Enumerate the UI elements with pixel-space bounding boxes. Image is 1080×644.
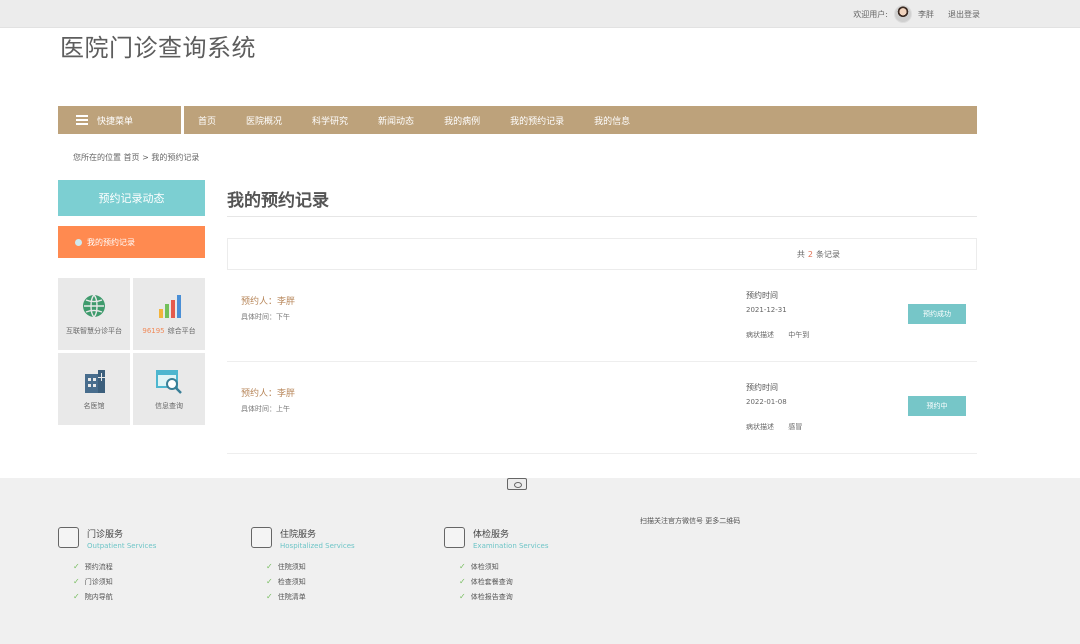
qr-code-text: 扫描关注官方微信号 更多二维码 xyxy=(640,517,741,525)
doctor-icon xyxy=(58,527,79,548)
footer-links: ✓ 预约流程 ✓ 门诊须知 ✓ 院内导航 xyxy=(73,559,113,604)
footer-link-hospital-list[interactable]: ✓ 住院清单 xyxy=(266,589,306,604)
appointment-row: 预约人：李胖 具体时间：上午 预约时间 2022-01-08 病状描述 感冒 预… xyxy=(227,362,977,454)
nav-my-cases[interactable]: 我的病例 xyxy=(444,114,480,127)
status-badge-success[interactable]: 预约成功 xyxy=(908,304,966,324)
magnifier-window-icon xyxy=(156,370,182,394)
description-value: 中午到 xyxy=(788,331,810,339)
tile-label: 信息查询 xyxy=(155,402,183,410)
count-suffix: 条记录 xyxy=(816,249,840,259)
user-avatar[interactable] xyxy=(894,5,912,23)
appointment-time-label: 预约时间 xyxy=(746,383,778,392)
check-icon: ✓ xyxy=(266,562,273,571)
footer-links: ✓ 体检须知 ✓ 体检套餐查询 ✓ 体检报告查询 xyxy=(459,559,513,604)
footer-link-hospital-navigation[interactable]: ✓ 院内导航 xyxy=(73,589,113,604)
bullet-icon xyxy=(75,238,82,246)
appointment-person: 预约人：李胖 xyxy=(241,297,296,307)
list-menu-icon xyxy=(76,115,88,125)
appointment-slot: 具体时间：上午 xyxy=(241,405,290,413)
footer-column-title: 体检服务 xyxy=(473,530,510,540)
footer-column-subtitle: Hospitalized Services xyxy=(280,542,355,550)
description-label: 病状描述 xyxy=(746,331,774,339)
nav-hospital-overview[interactable]: 医院概况 xyxy=(246,114,282,127)
sidebar-tiles: 互联智慧分诊平台 96195 综合平台 名医馆 信息查询 xyxy=(58,278,205,425)
appointment-date: 2022-01-08 xyxy=(746,398,787,406)
footer-column-subtitle: Examination Services xyxy=(473,542,549,550)
symptom-description: 病状描述 感冒 xyxy=(746,422,802,432)
top-bar: 欢迎用户: 李胖 退出登录 xyxy=(0,0,1080,28)
main-nav: 快捷菜单 首页 医院概况 科学研究 新闻动态 我的病例 我的预约记录 我的信息 xyxy=(58,106,977,134)
footer-link-hospitalization-notice[interactable]: ✓ 住院须知 xyxy=(266,559,306,574)
tile-info-query[interactable]: 信息查询 xyxy=(133,353,205,425)
footer-links: ✓ 住院须知 ✓ 检查须知 ✓ 住院清单 xyxy=(266,559,306,604)
check-icon: ✓ xyxy=(266,577,273,586)
check-icon: ✓ xyxy=(73,577,80,586)
user-box: 欢迎用户: 李胖 退出登录 xyxy=(853,4,980,24)
nav-my-appointments[interactable]: 我的预约记录 xyxy=(510,114,564,127)
footer-column-subtitle: Outpatient Services xyxy=(87,542,157,550)
page-content: 医院门诊查询系统 快捷菜单 首页 医院概况 科学研究 新闻动态 我的病例 我的预… xyxy=(0,28,1080,478)
check-icon: ✓ xyxy=(459,577,466,586)
tile-triage-platform[interactable]: 互联智慧分诊平台 xyxy=(58,278,130,350)
description-value: 感冒 xyxy=(788,423,803,431)
stethoscope-icon xyxy=(444,527,465,548)
nav-news[interactable]: 新闻动态 xyxy=(378,114,414,127)
page-title: 我的预约记录 xyxy=(227,191,329,211)
welcome-label: 欢迎用户: xyxy=(853,9,888,19)
footer-link-package-query[interactable]: ✓ 体检套餐查询 xyxy=(459,574,513,589)
appointment-row: 预约人：李胖 具体时间：下午 预约时间 2021-12-31 病状描述 中午到 … xyxy=(227,270,977,362)
breadcrumb: 您所在的位置 首页 > 我的预约记录 xyxy=(73,153,200,162)
quick-menu-label: 快捷菜单 xyxy=(97,116,134,127)
tile-number: 96195 xyxy=(142,327,165,335)
nav-my-info[interactable]: 我的信息 xyxy=(594,114,630,127)
description-label: 病状描述 xyxy=(746,423,774,431)
site-title: 医院门诊查询系统 xyxy=(60,34,256,62)
footer-hospitalized-services: 住院服务 Hospitalized Services ✓ 住院须知 ✓ 检查须知 ✓… xyxy=(251,527,431,607)
footer-examination-services: 体检服务 Examination Services ✓ 体检须知 ✓ 体检套餐查询 … xyxy=(444,527,624,607)
footer-outpatient-services: 门诊服务 Outpatient Services ✓ 预约流程 ✓ 门诊须知 ✓ 院内… xyxy=(58,527,238,607)
logout-link[interactable]: 退出登录 xyxy=(948,9,980,20)
tile-label: 互联智慧分诊平台 xyxy=(66,327,122,335)
tile-comprehensive-platform[interactable]: 96195 综合平台 xyxy=(133,278,205,350)
nav-research[interactable]: 科学研究 xyxy=(312,114,348,127)
title-divider xyxy=(227,216,977,217)
appointment-slot: 具体时间：下午 xyxy=(241,313,290,321)
check-icon: ✓ xyxy=(73,562,80,571)
sidebar-header: 预约记录动态 xyxy=(58,180,205,216)
sidebar-item-label: 我的预约记录 xyxy=(87,237,135,247)
footer-column-title: 住院服务 xyxy=(280,530,317,540)
username: 李胖 xyxy=(918,9,934,19)
quick-menu[interactable]: 快捷菜单 xyxy=(58,106,184,134)
check-icon: ✓ xyxy=(459,592,466,601)
symptom-description: 病状描述 中午到 xyxy=(746,330,809,340)
footer-column-title: 门诊服务 xyxy=(87,530,124,540)
footer-link-exam-notice[interactable]: ✓ 检查须知 xyxy=(266,574,306,589)
nav-home[interactable]: 首页 xyxy=(198,114,216,127)
check-icon: ✓ xyxy=(73,592,80,601)
globe-icon xyxy=(83,294,105,318)
tile-label: 综合平台 xyxy=(167,327,196,335)
record-count: 2 xyxy=(807,249,813,259)
count-prefix: 共 xyxy=(796,249,805,259)
footer-link-appointment-process[interactable]: ✓ 预约流程 xyxy=(73,559,113,574)
sidebar-item-my-appointments[interactable]: 我的预约记录 xyxy=(58,226,205,258)
footer-link-report-query[interactable]: ✓ 体检报告查询 xyxy=(459,589,513,604)
bed-icon xyxy=(251,527,272,548)
record-count-box: 共 2 条记录 xyxy=(227,238,977,270)
footer-link-outpatient-notice[interactable]: ✓ 门诊须知 xyxy=(73,574,113,589)
nav-links: 首页 医院概况 科学研究 新闻动态 我的病例 我的预约记录 我的信息 xyxy=(198,106,660,134)
tile-label: 名医馆 xyxy=(83,402,105,410)
appointment-time-label: 预约时间 xyxy=(746,291,778,300)
footer-link-exam-guide[interactable]: ✓ 体检须知 xyxy=(459,559,513,574)
tile-famous-doctors[interactable]: 名医馆 xyxy=(58,353,130,425)
hospital-building-icon xyxy=(85,370,105,393)
status-badge-pending[interactable]: 预约中 xyxy=(908,396,966,416)
check-icon: ✓ xyxy=(266,592,273,601)
check-icon: ✓ xyxy=(459,562,466,571)
appointment-date: 2021-12-31 xyxy=(746,306,787,314)
bar-chart-icon xyxy=(159,295,181,318)
appointment-person: 预约人：李胖 xyxy=(241,389,296,399)
eye-icon xyxy=(507,478,527,490)
